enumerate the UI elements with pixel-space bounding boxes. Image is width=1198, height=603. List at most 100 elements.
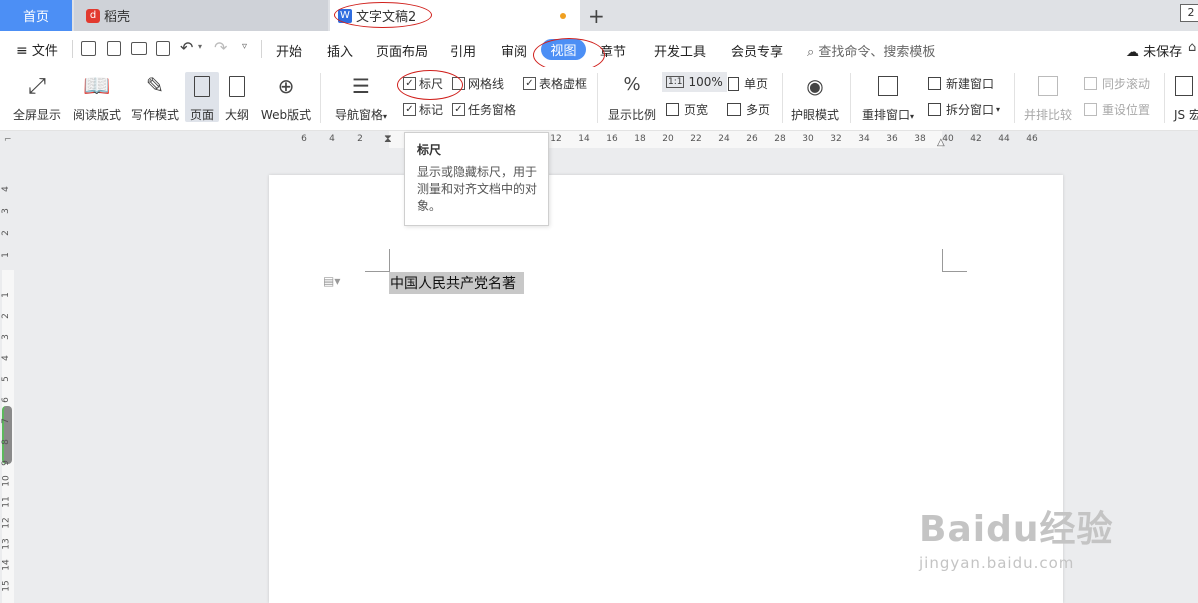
menu-review[interactable]: 审阅 [501,41,527,60]
horizontal-ruler[interactable]: ⌐ ⧗ △ 6 4 2 2 12 14 16 18 20 22 24 26 28… [0,131,1198,149]
ruler-tick: 4 [0,186,11,192]
eye-mode-label: 护眼模式 [790,108,839,122]
zoom-button[interactable]: % 显示比例 [606,72,658,122]
ruler-tick: 6 [0,397,11,403]
unsaved-status[interactable]: ☁ 未保存 [1126,41,1182,60]
table-gridlines-checkbox[interactable]: ✓ 表格虚框 [523,75,587,92]
search-icon: ⌕ [807,45,815,60]
ruler-tick: 14 [578,134,590,144]
document-page[interactable]: ▤▾ 中国人民共产党名著 Baidu经验 jingyan.baidu.com [269,175,1112,603]
eye-mode-button[interactable]: ◉ 护眼模式 [788,72,842,122]
vertical-scroll-handle[interactable] [2,406,12,464]
tooltip-title: 标尺 [417,143,442,157]
vertical-ruler[interactable]: 4 3 2 1 1 2 3 4 5 6 7 8 9 10 11 12 13 14… [0,150,16,603]
page-width-button[interactable]: 页宽 [666,101,708,118]
paragraph-menu-icon[interactable]: ▤▾ [323,274,340,288]
ruler-tick: 44 [998,134,1010,144]
nav-pane-button[interactable]: ☰ 导航窗格▾ [332,72,390,122]
baidu-watermark: Baidu经验 jingyan.baidu.com [919,500,1129,590]
ruler-tick: 46 [1026,134,1038,144]
task-pane-check-icon: ✓ [452,103,465,116]
new-tab-button[interactable]: + [588,4,605,28]
fullscreen-button[interactable]: ⤢ 全屏显示 [10,72,64,122]
multi-page-button[interactable]: 多页 [727,101,770,118]
tab-daoke[interactable]: d 稻壳 [74,0,328,31]
ruler-tick: 12 [1,517,12,529]
ruler-tick: 13 [1,538,12,550]
export-pdf-icon[interactable] [107,41,121,56]
zoom-percent-icon: % [623,74,641,95]
ruler-tick: 14 [1,559,12,571]
page-width-label: 页宽 [684,103,709,117]
js-macro-button[interactable]: JS 宏 [1170,72,1198,122]
reset-position-label: 重设位置 [1102,103,1151,117]
undo-icon[interactable]: ↶ [180,38,193,57]
ruler-tick: 38 [914,134,926,144]
page-view-button[interactable]: 页面 [185,72,219,122]
web-view-label: Web版式 [260,108,312,122]
print-preview-icon[interactable] [156,41,170,56]
command-search[interactable]: ⌕ 查找命令、搜索模板 [807,41,935,60]
command-search-placeholder: 查找命令、搜索模板 [818,45,936,60]
ruler-tick: 4 [0,355,11,361]
zoom-100-button[interactable]: 1:1 100% [662,72,727,92]
split-window-dropdown-icon: ▾ [996,105,1001,114]
ruler-tick: 40 [942,134,954,144]
marks-checkbox[interactable]: ✓ 标记 [403,101,443,118]
menu-page-layout[interactable]: 页面布局 [376,41,428,60]
print-icon[interactable] [131,42,147,55]
share-icon[interactable]: ⌂ [1188,40,1196,55]
corner-mark-top-left [365,249,390,272]
tab-stop-icon[interactable]: ⌐ [4,135,12,145]
indent-marker-icon[interactable]: ⧗ [384,132,392,146]
menu-insert[interactable]: 插入 [327,41,353,60]
reset-position-button[interactable]: 重设位置 [1084,101,1150,118]
ruler-tick: 5 [0,376,11,382]
arrange-windows-button[interactable]: 重排窗口▾ [858,72,918,122]
corner-mark-top-right [942,249,967,272]
tab-home[interactable]: 首页 [0,0,72,31]
ruler-tick: 2 [0,230,11,236]
write-mode-button[interactable]: ✎ 写作模式 [128,72,182,122]
single-page-icon [728,76,739,91]
new-window-label: 新建窗口 [946,77,995,91]
watermark-brand: Baidu经验 [919,509,1114,550]
quick-access-dropdown-icon[interactable]: ▿ [242,41,247,52]
js-macro-label: JS 宏 [1174,108,1198,122]
redo-icon[interactable]: ↷ [214,38,227,57]
read-mode-button[interactable]: 📖 阅读版式 [70,72,124,122]
ruler-tick: 30 [802,134,814,144]
ruler-tick: 20 [662,134,674,144]
menu-developer[interactable]: 开发工具 [654,41,706,60]
menu-references[interactable]: 引用 [450,41,476,60]
split-window-button[interactable]: 拆分窗口 ▾ [928,101,1000,118]
ruler-tick: 26 [746,134,758,144]
window-count-badge[interactable]: 2 [1180,4,1198,22]
multi-page-label: 多页 [746,103,771,117]
new-window-button[interactable]: 新建窗口 [928,75,994,92]
compare-button[interactable]: 并排比较 [1020,72,1076,122]
task-pane-checkbox[interactable]: ✓ 任务窗格 [452,101,516,118]
ruler-tick: 22 [690,134,702,144]
zoom-value: 100% [688,75,723,89]
menu-member[interactable]: 会员专享 [731,41,783,60]
split-window-icon [928,103,941,116]
document-text[interactable]: 中国人民共产党名著 [389,272,524,294]
undo-dropdown-icon[interactable]: ▾ [198,42,202,51]
marks-label: 标记 [419,103,444,117]
web-view-button[interactable]: ⊕ Web版式 [258,72,314,122]
read-mode-label: 阅读版式 [72,108,121,122]
arrange-windows-icon [878,76,898,96]
split-window-label: 拆分窗口 [946,103,995,117]
sync-scroll-button[interactable]: 同步滚动 [1084,75,1150,92]
one-to-one-icon: 1:1 [666,76,685,88]
outline-view-button[interactable]: 大纲 [220,72,254,122]
arrange-windows-label: 重排窗口▾ [861,108,915,122]
save-icon[interactable] [81,41,96,56]
file-menu[interactable]: ≡ 文件 [16,40,58,59]
menu-start[interactable]: 开始 [276,41,302,60]
table-gridlines-check-icon: ✓ [523,77,536,90]
single-page-button[interactable]: 单页 [728,75,768,92]
ruler-tick: 4 [329,134,335,144]
watermark-url: jingyan.baidu.com [919,554,1075,572]
